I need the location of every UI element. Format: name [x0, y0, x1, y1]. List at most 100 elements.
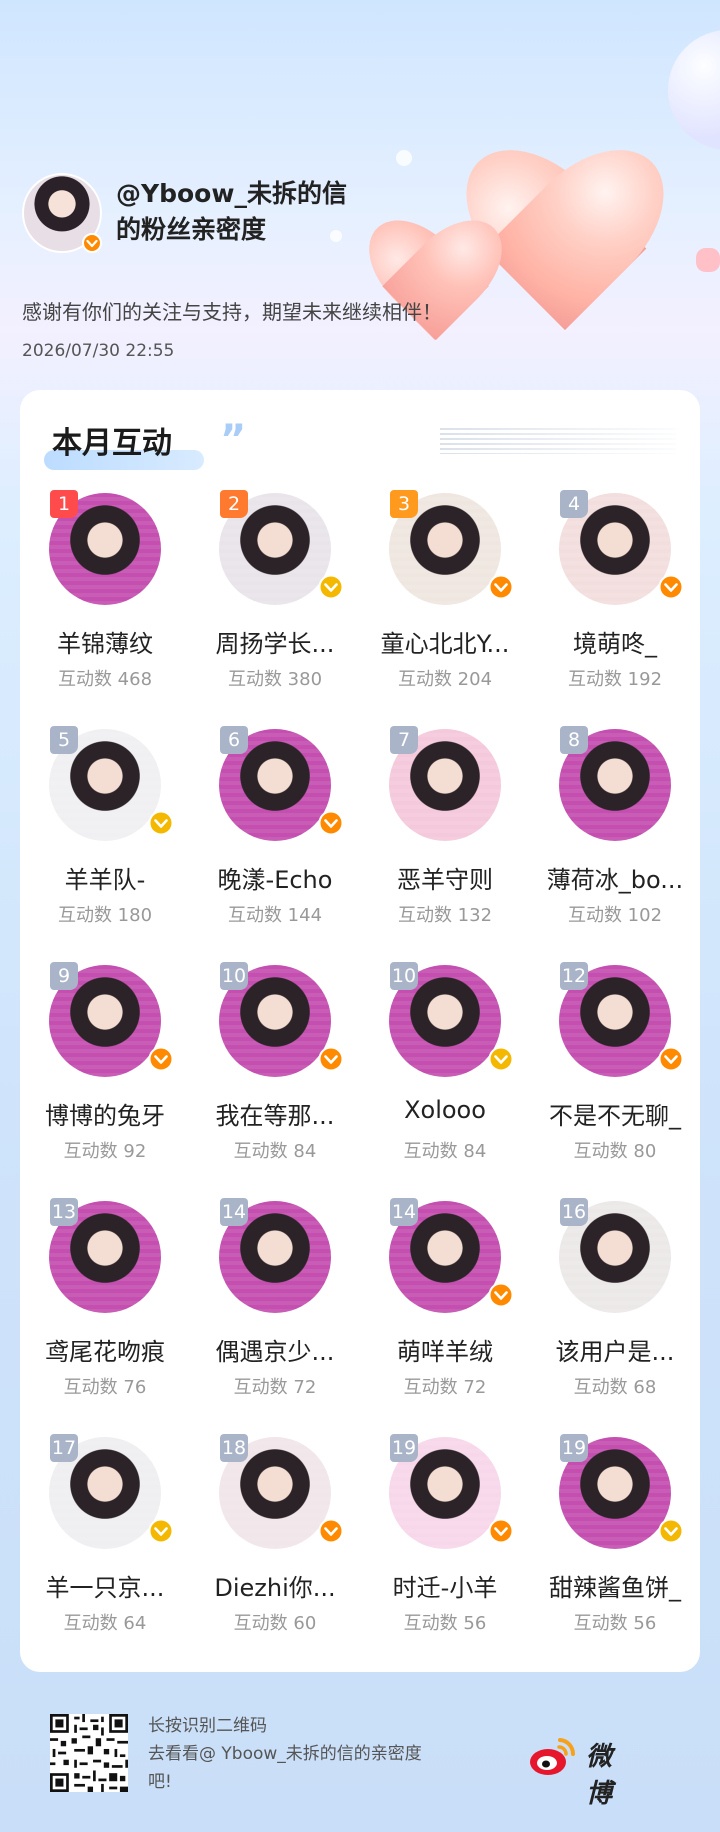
quote-mark-icon: ”: [220, 417, 247, 463]
weibo-logo-icon: [530, 1738, 576, 1775]
fan-name[interactable]: 时迁-小羊: [360, 1568, 530, 1603]
weibo-logo: 微博: [528, 1734, 612, 1809]
fan-card[interactable]: 2 周扬学长... 互动数 380: [190, 490, 360, 726]
fan-name[interactable]: Xolooo: [360, 1096, 530, 1124]
fan-name[interactable]: 周扬学长...: [190, 624, 360, 659]
fan-card[interactable]: 13 鸢尾花吻痕 互动数 76: [20, 1198, 190, 1434]
rank-badge: 8: [560, 726, 588, 754]
rank-badge: 19: [390, 1434, 418, 1462]
fan-name[interactable]: 博博的兔牙: [20, 1096, 190, 1131]
fan-name[interactable]: 鸢尾花吻痕: [20, 1332, 190, 1367]
hero-banner: @Yboow_未拆的信 的粉丝亲密度 感谢有你们的关注与支持，期望未来继续相伴！…: [0, 0, 720, 390]
fan-name[interactable]: 境萌咚_: [530, 624, 700, 659]
verified-badge-icon: [148, 810, 174, 836]
fan-name[interactable]: 童心北北Y...: [360, 624, 530, 659]
fan-card[interactable]: 1 羊锦薄纹互动数 468: [20, 490, 190, 726]
interaction-count: 互动数 84: [233, 1141, 317, 1162]
page-title: @Yboow_未拆的信 的粉丝亲密度: [116, 176, 396, 248]
rank-badge: 5: [50, 726, 78, 754]
owner-avatar[interactable]: [22, 173, 102, 253]
fan-name[interactable]: 不是不无聊_: [530, 1096, 700, 1131]
verified-badge-icon: [658, 1518, 684, 1544]
fan-name[interactable]: 羊羊队-: [20, 860, 190, 895]
fan-card[interactable]: 18 Diezhi你... 互动数 60: [190, 1434, 360, 1670]
title-suffix: 的粉丝亲密度: [116, 215, 267, 244]
verified-badge-icon: [658, 574, 684, 600]
hearts-illustration: [360, 150, 670, 370]
fan-card[interactable]: 9 博博的兔牙 互动数 92: [20, 962, 190, 1198]
interaction-card: 本月互动 ” 1 羊锦薄纹互动数 468 2 周扬学长... 互动数 380 3 童心北北Y…: [20, 390, 700, 1672]
interaction-count: 互动数 92: [63, 1141, 147, 1162]
footer-line-1: 长按识别二维码: [148, 1716, 267, 1736]
footer-text: 长按识别二维码 去看看@ Yboow_未拆的信的亲密度 吧!: [148, 1712, 448, 1796]
fan-card[interactable]: 16 该用户是... 互动数 68: [530, 1198, 700, 1434]
fan-card[interactable]: 7 恶羊守则互动数 132: [360, 726, 530, 962]
rank-badge: 7: [390, 726, 418, 754]
decor-lines: [440, 428, 676, 454]
rank-badge: 14: [390, 1198, 418, 1226]
verified-badge-icon: [318, 810, 344, 836]
interaction-count: 互动数 132: [397, 905, 493, 926]
fan-card[interactable]: 12 不是不无聊_ 互动数 80: [530, 962, 700, 1198]
rank-badge: 10: [390, 962, 418, 990]
rank-badge: 3: [390, 490, 418, 518]
interaction-count: 互动数 72: [403, 1377, 487, 1398]
fan-card[interactable]: 14 萌咩羊绒互动数 72: [360, 1198, 530, 1434]
fan-name[interactable]: 甜辣酱鱼饼_: [530, 1568, 700, 1603]
fan-name[interactable]: Diezhi你...: [190, 1568, 360, 1603]
fan-name[interactable]: 恶羊守则: [360, 860, 530, 895]
fan-card[interactable]: 4 境萌咚_ 互动数 192: [530, 490, 700, 726]
rank-badge: 2: [220, 490, 248, 518]
fan-card[interactable]: 10 我在等那... 互动数 84: [190, 962, 360, 1198]
thanks-message: 感谢有你们的关注与支持，期望未来继续相伴！: [22, 300, 442, 324]
decor-heart-small: [696, 248, 720, 272]
rank-badge: 1: [50, 490, 78, 518]
fan-card[interactable]: 3 童心北北Y... 互动数 204: [360, 490, 530, 726]
verified-badge-icon: [488, 1282, 514, 1308]
interaction-count: 互动数 84: [403, 1141, 487, 1162]
footer-line-2: 去看看@ Yboow_未拆的信的亲密度: [148, 1744, 422, 1764]
rank-badge: 6: [220, 726, 248, 754]
fan-name[interactable]: 该用户是...: [530, 1332, 700, 1367]
fan-card[interactable]: 8 薄荷冰_bo... 互动数 102: [530, 726, 700, 962]
verified-badge-icon: [318, 1046, 344, 1072]
fan-name[interactable]: 晚漾-Echo: [190, 860, 360, 895]
owner-handle[interactable]: @Yboow_未拆的信: [116, 176, 396, 212]
fan-card[interactable]: 19 时迁-小羊互动数 56: [360, 1434, 530, 1670]
fan-card[interactable]: 5 羊羊队- 互动数 180: [20, 726, 190, 962]
fan-name[interactable]: 偶遇京少...: [190, 1332, 360, 1367]
fan-card[interactable]: 10 Xolooo 互动数 84: [360, 962, 530, 1198]
interaction-count: 互动数 68: [573, 1377, 657, 1398]
verified-badge-icon: [488, 1046, 514, 1072]
verified-badge-icon: [318, 574, 344, 600]
interaction-count: 互动数 144: [227, 905, 323, 926]
rank-badge: 17: [50, 1434, 78, 1462]
interaction-count: 互动数 64: [63, 1613, 147, 1634]
interaction-count: 互动数 180: [57, 905, 153, 926]
interaction-count: 互动数 60: [233, 1613, 317, 1634]
interaction-count: 互动数 56: [403, 1613, 487, 1634]
fan-name[interactable]: 我在等那...: [190, 1096, 360, 1131]
interaction-count: 互动数 192: [567, 669, 663, 690]
interaction-count: 互动数 56: [573, 1613, 657, 1634]
rank-badge: 13: [50, 1198, 78, 1226]
interaction-count: 互动数 468: [57, 669, 153, 690]
fan-card[interactable]: 6 晚漾-Echo 互动数 144: [190, 726, 360, 962]
rank-badge: 16: [560, 1198, 588, 1226]
fan-name[interactable]: 萌咩羊绒: [360, 1332, 530, 1367]
fan-card[interactable]: 19 甜辣酱鱼饼_ 互动数 56: [530, 1434, 700, 1670]
rank-badge: 14: [220, 1198, 248, 1226]
section-header: 本月互动 ”: [40, 414, 246, 474]
qr-code-icon[interactable]: [50, 1714, 128, 1792]
fan-card[interactable]: 17 羊一只京... 互动数 64: [20, 1434, 190, 1670]
interaction-count: 互动数 102: [567, 905, 663, 926]
fan-name[interactable]: 羊锦薄纹: [20, 624, 190, 659]
fan-card[interactable]: 14 偶遇京少... 互动数 72: [190, 1198, 360, 1434]
interaction-count: 互动数 204: [397, 669, 493, 690]
fan-name[interactable]: 薄荷冰_bo...: [530, 860, 700, 895]
fan-name[interactable]: 羊一只京...: [20, 1568, 190, 1603]
interaction-count: 互动数 72: [233, 1377, 317, 1398]
timestamp: 2026/07/30 22:55: [22, 341, 175, 361]
interaction-count: 互动数 380: [227, 669, 323, 690]
rank-badge: 10: [220, 962, 248, 990]
